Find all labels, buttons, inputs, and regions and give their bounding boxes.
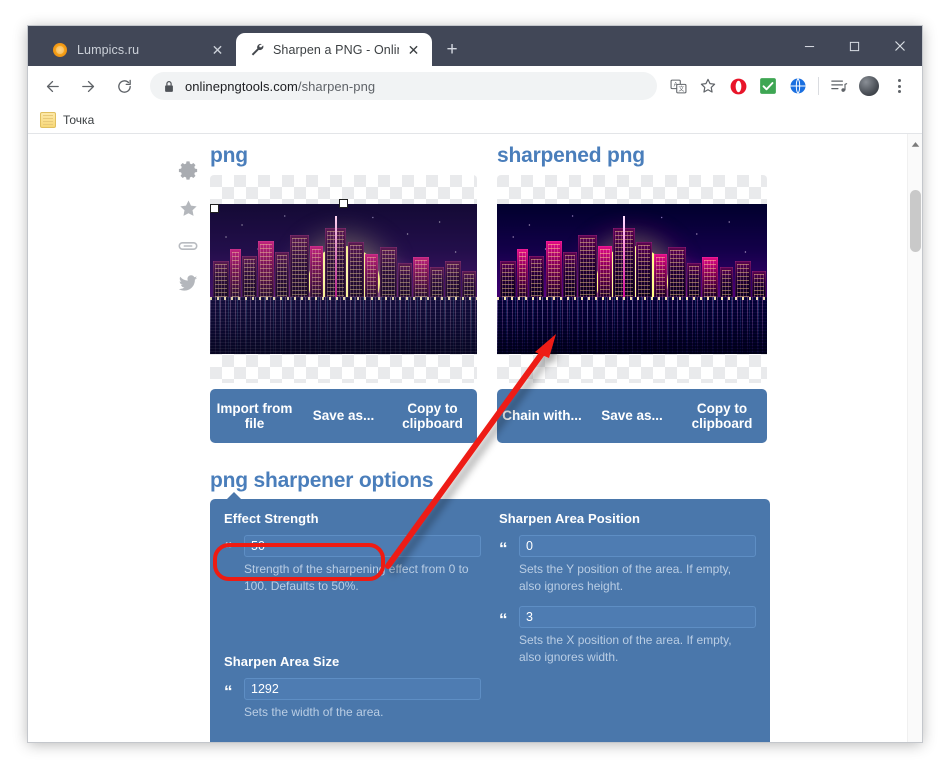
bookmarks-bar: Точка <box>28 106 922 134</box>
input-image-box[interactable] <box>210 175 477 384</box>
option-label-sharpen-area-size: Sharpen Area Size <box>224 653 340 669</box>
panel-title-png: png <box>210 144 248 167</box>
skyline-layer <box>210 215 477 298</box>
options-panel: Effect Strength “ 50 Strength of the sha… <box>210 492 770 742</box>
option-row: “ 3 <box>499 605 756 629</box>
save-as-button[interactable]: Save as... <box>299 408 388 424</box>
bookmark-folder-icon <box>40 111 56 128</box>
sharpen-area-x-field[interactable]: 3 <box>519 605 756 628</box>
bookmark-label: Точка <box>63 112 95 127</box>
option-hint: Sets the X position of the area. If empt… <box>519 632 732 665</box>
option-hint: Sets the Y position of the area. If empt… <box>519 562 732 594</box>
lock-icon <box>163 80 175 93</box>
sharpened-image <box>497 204 767 355</box>
twitter-icon[interactable] <box>176 272 200 296</box>
browser-titlebar: Lumpics.ru ✕ Sharpen a PNG - Online PNG … <box>28 26 922 66</box>
blue-globe-icon[interactable] <box>785 73 811 99</box>
copy-to-clipboard-button[interactable]: Copy to clipboard <box>677 401 767 432</box>
output-png-panel: sharpened png Chain with... Save as... C… <box>497 144 767 444</box>
green-check-icon[interactable] <box>755 73 781 99</box>
sharpen-area-y-field[interactable]: 0 <box>519 535 756 558</box>
address-bar[interactable]: onlinepngtools.com/sharpen-png <box>150 72 657 100</box>
option-hint: Strength of the sharpening effect from 0… <box>244 562 469 594</box>
address-bar-url: onlinepngtools.com/sharpen-png <box>185 78 376 94</box>
option-row: “ 1292 <box>224 677 481 701</box>
options-column-left: Effect Strength “ 50 Strength of the sha… <box>224 511 481 731</box>
opera-adblock-icon[interactable] <box>725 73 751 99</box>
orange-dot-icon <box>52 42 68 58</box>
copy-to-clipboard-button[interactable]: Copy to clipboard <box>388 401 477 432</box>
minimize-button[interactable] <box>787 26 832 66</box>
selection-handle-top-left[interactable] <box>210 204 219 214</box>
avatar <box>859 76 879 96</box>
option-row: “ 0 <box>499 535 756 559</box>
panel-title-sharpened-png: sharpened png <box>497 144 645 167</box>
output-actions: Chain with... Save as... Copy to clipboa… <box>497 389 767 444</box>
close-window-button[interactable] <box>877 26 922 66</box>
options-column-right: Sharpen Area Position “ 0 Sets the Y pos… <box>499 511 756 731</box>
reading-list-icon[interactable] <box>826 73 852 99</box>
star-icon[interactable] <box>176 196 200 220</box>
input-image <box>210 204 477 355</box>
social-rail <box>173 158 203 296</box>
sharpen-area-width-field[interactable]: 1292 <box>244 677 481 700</box>
input-actions: Import from file Save as... Copy to clip… <box>210 389 477 444</box>
reload-icon[interactable] <box>109 71 139 101</box>
tool-panels: png Import from file Save as... Copy to … <box>210 144 770 742</box>
option-label-effect-strength: Effect Strength <box>224 511 319 527</box>
wrench-icon <box>248 42 264 58</box>
tab-close-button[interactable]: ✕ <box>405 41 422 58</box>
import-from-file-button[interactable]: Import from file <box>210 401 299 432</box>
chain-with-button[interactable]: Chain with... <box>497 408 587 424</box>
profile-avatar-icon[interactable] <box>856 73 882 99</box>
option-hint: Sets the width of the area. <box>244 704 384 719</box>
translate-icon[interactable]: A 文 <box>665 73 691 99</box>
scroll-up-arrow-icon[interactable] <box>908 137 922 152</box>
gear-icon[interactable] <box>176 158 200 182</box>
quote-icon: “ <box>224 681 233 701</box>
quote-icon: “ <box>499 539 508 559</box>
tab-title: Lumpics.ru <box>77 42 140 57</box>
link-icon[interactable] <box>176 234 200 258</box>
quote-icon: “ <box>224 539 233 559</box>
browser-toolbar: onlinepngtools.com/sharpen-png A 文 <box>28 66 922 106</box>
output-image-box[interactable] <box>497 175 767 384</box>
water-reflection <box>497 297 767 355</box>
bookmark-item-tochka[interactable]: Точка <box>40 111 95 128</box>
option-label-sharpen-area-position: Sharpen Area Position <box>499 511 641 527</box>
save-as-button[interactable]: Save as... <box>587 408 677 424</box>
effect-strength-field[interactable]: 50 <box>244 535 481 558</box>
panel-row: png Import from file Save as... Copy to … <box>210 144 770 444</box>
vertical-scrollbar[interactable] <box>907 134 922 742</box>
maximize-button[interactable] <box>832 26 877 66</box>
desktop-background: Lumpics.ru ✕ Sharpen a PNG - Online PNG … <box>0 0 950 768</box>
selection-handle-top-center[interactable] <box>339 199 348 209</box>
new-tab-button[interactable]: + <box>438 35 466 63</box>
bookmark-star-icon[interactable] <box>695 73 721 99</box>
tab-title: Sharpen a PNG - Online PNG Too <box>273 42 399 57</box>
quote-icon: “ <box>499 609 508 629</box>
onlinepngtools-page: png Import from file Save as... Copy to … <box>28 144 907 742</box>
back-icon[interactable] <box>37 71 67 101</box>
option-row: “ 50 <box>224 535 481 559</box>
browser-tab-sharpen-png[interactable]: Sharpen a PNG - Online PNG Too ✕ <box>236 33 432 66</box>
scrollbar-thumb[interactable] <box>910 190 921 252</box>
skyline-layer <box>497 215 767 298</box>
page-content: png Import from file Save as... Copy to … <box>28 134 907 742</box>
tab-close-button[interactable]: ✕ <box>209 41 226 58</box>
browser-tab-lumpics[interactable]: Lumpics.ru ✕ <box>40 33 236 66</box>
water-reflection <box>210 297 477 355</box>
toolbar-divider <box>818 77 819 95</box>
input-png-panel: png Import from file Save as... Copy to … <box>210 144 477 444</box>
options-title: png sharpener options <box>210 469 434 493</box>
forward-icon[interactable] <box>73 71 103 101</box>
page-viewport: png Import from file Save as... Copy to … <box>28 134 922 742</box>
chrome-menu-icon[interactable] <box>886 73 912 99</box>
browser-window: Lumpics.ru ✕ Sharpen a PNG - Online PNG … <box>28 26 922 742</box>
window-controls <box>787 26 922 66</box>
